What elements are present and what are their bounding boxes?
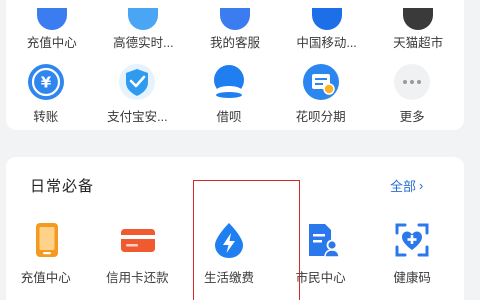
shortcut-label: 我的客服 <box>209 36 260 50</box>
shield-icon <box>115 60 159 104</box>
daily-label: 信用卡还款 <box>106 271 169 285</box>
app-icon-partial <box>311 8 342 30</box>
phone-icon <box>24 218 68 262</box>
service-transfer[interactable]: ¥ 转账 <box>0 60 92 124</box>
service-jiebei[interactable]: 借呗 <box>183 60 275 124</box>
shortcut-label: 天猫超市 <box>393 36 444 50</box>
shortcut-label: 充值中心 <box>26 36 77 50</box>
shortcut-tmall-supermarket[interactable]: 天猫超市 <box>372 8 464 50</box>
daily-recharge-center[interactable]: 充值中心 <box>0 218 92 285</box>
app-icon-partial <box>403 8 434 30</box>
svg-text:¥: ¥ <box>41 74 52 92</box>
health-code-icon <box>390 218 434 262</box>
section-title: 日常必备 <box>30 178 95 195</box>
citizen-icon <box>299 218 343 262</box>
service-label: 借呗 <box>216 110 242 124</box>
shortcut-china-mobile[interactable]: 中国移动... <box>281 8 373 50</box>
daily-credit-card-repayment[interactable]: 信用卡还款 <box>92 218 184 285</box>
transfer-icon: ¥ <box>24 60 68 104</box>
jiebei-icon <box>207 60 251 104</box>
daily-label: 市民中心 <box>295 271 346 285</box>
service-more[interactable]: 更多 <box>366 60 458 124</box>
see-all-label: 全部 <box>390 179 417 194</box>
daily-label: 充值中心 <box>20 271 71 285</box>
shortcut-label: 中国移动... <box>296 36 357 50</box>
service-alipay-security[interactable]: 支付宝安... <box>92 60 184 124</box>
shortcut-customer-service[interactable]: 我的客服 <box>189 8 281 50</box>
shortcut-label: 高德实时... <box>113 36 174 50</box>
chevron-right-icon: › <box>419 178 424 193</box>
service-huabei-installment[interactable]: 花呗分期 <box>275 60 367 124</box>
daily-label: 健康码 <box>393 271 431 285</box>
shortcut-recharge-center[interactable]: 充值中心 <box>6 8 98 50</box>
more-icon <box>390 60 434 104</box>
service-label: 更多 <box>399 110 425 124</box>
service-label: 支付宝安... <box>107 110 168 124</box>
credit-card-icon <box>115 218 159 262</box>
services-row: ¥ 转账 支付宝安... 借呗 花呗分期 更多 <box>0 60 458 124</box>
service-label: 花呗分期 <box>295 110 346 124</box>
app-icon-partial <box>36 8 67 30</box>
highlight-annotation <box>193 180 300 300</box>
service-label: 转账 <box>33 110 59 124</box>
shortcut-amap-realtime[interactable]: 高德实时... <box>98 8 190 50</box>
app-icon-partial <box>128 8 159 30</box>
daily-health-code[interactable]: 健康码 <box>366 218 458 285</box>
app-icon-partial <box>219 8 250 30</box>
huabei-icon <box>299 60 343 104</box>
see-all-link[interactable]: 全部 › <box>390 176 423 195</box>
top-shortcuts-row: 充值中心 高德实时... 我的客服 中国移动... 天猫超市 <box>6 8 464 50</box>
